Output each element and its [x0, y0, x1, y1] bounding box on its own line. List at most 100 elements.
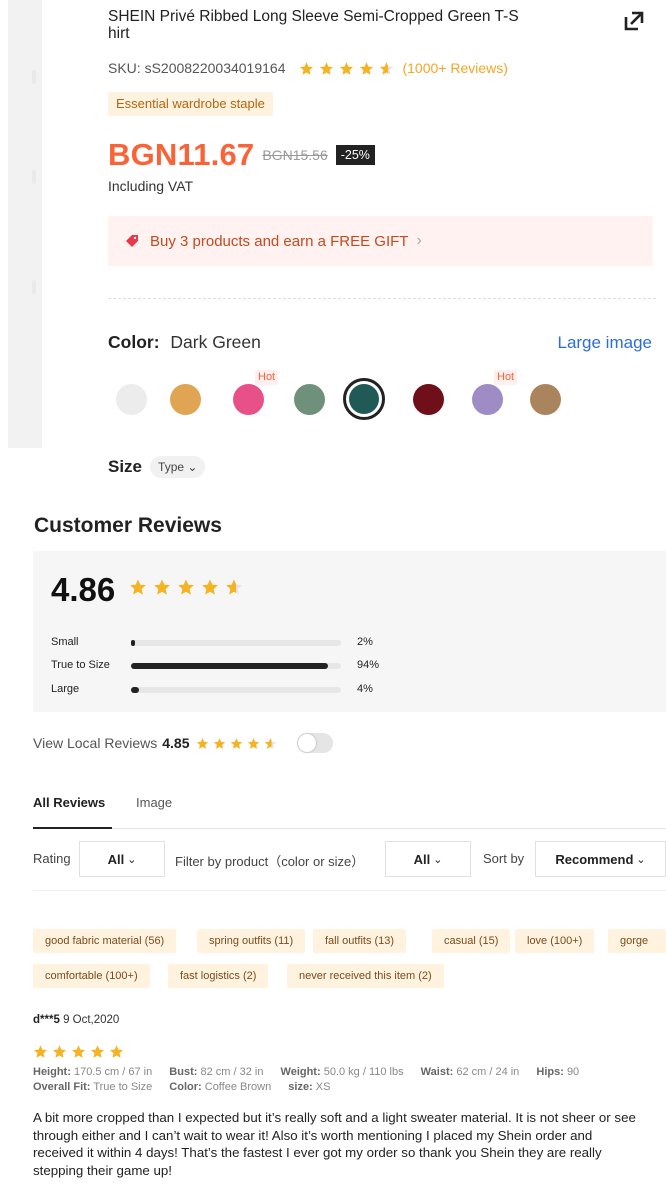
- fit-bar: [131, 640, 341, 646]
- review-tag-chip[interactable]: love (100+): [515, 929, 595, 953]
- star-icon: [130, 579, 146, 595]
- color-swatch-hot-pink[interactable]: [233, 384, 264, 415]
- color-swatch-lilac[interactable]: [472, 384, 503, 415]
- product-title: SHEIN Privé Ribbed Long Sleeve Semi-Crop…: [108, 8, 603, 42]
- sku-text: SKU: sS2008220034019164: [108, 60, 286, 76]
- gallery-scroll-mark: [32, 280, 36, 294]
- star-half-icon: [380, 61, 394, 75]
- star-icon: [33, 1045, 48, 1058]
- star-icon: [320, 61, 334, 75]
- rating-filter-value: All: [107, 851, 125, 867]
- star-icon: [196, 737, 208, 749]
- filter-divider: [33, 890, 666, 891]
- color-swatches: Hot Hot: [108, 370, 656, 420]
- meta-label: Bust:: [169, 1066, 198, 1078]
- star-half-icon: [226, 579, 242, 595]
- tab-all-reviews[interactable]: All Reviews: [33, 795, 112, 829]
- review-tag-chip[interactable]: comfortable (100+): [33, 964, 150, 988]
- sale-price: BGN11.67: [108, 137, 255, 172]
- large-image-link[interactable]: Large image: [557, 333, 652, 353]
- fit-bar: [131, 663, 341, 669]
- fit-label: True to Size: [51, 659, 110, 671]
- product-title-line: hirt: [108, 25, 130, 42]
- size-type-dropdown[interactable]: Type ⌄: [150, 456, 206, 478]
- free-gift-promo[interactable]: Buy 3 products and earn a FREE GIFT ›: [108, 216, 653, 266]
- rating-filter-dropdown[interactable]: All ⌄: [79, 841, 165, 877]
- meta-size: size: XS: [288, 1081, 330, 1093]
- color-swatch-burgundy[interactable]: [413, 384, 444, 415]
- sort-label: Sort by: [483, 851, 525, 866]
- price-row: BGN11.67 BGN15.56 -25%: [108, 137, 375, 172]
- local-reviews-label: View Local Reviews: [33, 735, 158, 751]
- review-item: d***5 9 Oct,2020 Height: 170.5 cm / 67 i…: [33, 1014, 666, 1178]
- meta-label: Overall Fit:: [33, 1081, 91, 1093]
- original-price: BGN15.56: [262, 147, 328, 163]
- color-swatch-white[interactable]: [116, 384, 147, 415]
- local-reviews-score: 4.85: [162, 735, 190, 751]
- staple-badge: Essential wardrobe staple: [108, 92, 273, 116]
- vat-note: Including VAT: [108, 178, 194, 194]
- meta-weight: Weight: 50.0 kg / 110 lbs: [281, 1066, 404, 1078]
- rating-summary: 4.86 Small 2% True to Size 94% Large 4%: [33, 551, 666, 712]
- meta-label: Height:: [33, 1066, 71, 1078]
- meta-label: Waist:: [420, 1066, 454, 1078]
- fit-percent: 4%: [357, 683, 373, 695]
- price-tag-icon: [126, 235, 138, 247]
- tab-image[interactable]: Image: [136, 795, 172, 829]
- meta-value: 82 cm / 32 in: [200, 1066, 264, 1078]
- chevron-down-icon: ⌄: [187, 460, 198, 474]
- review-tag-chip[interactable]: casual (15): [432, 929, 511, 953]
- review-tag-chip[interactable]: spring outfits (11): [197, 929, 306, 953]
- fit-bar: [131, 687, 341, 693]
- gallery-scroll-mark: [32, 70, 36, 84]
- meta-hips: Hips: 90: [536, 1066, 579, 1078]
- color-swatch-dark-green[interactable]: [343, 378, 385, 420]
- star-icon: [154, 579, 170, 595]
- meta-value: 170.5 cm / 67 in: [73, 1066, 153, 1078]
- star-icon: [340, 61, 354, 75]
- review-date: 9 Oct,2020: [63, 1014, 120, 1026]
- review-tag-chip[interactable]: good fabric material (56): [33, 929, 177, 953]
- review-header: d***5 9 Oct,2020: [33, 1014, 666, 1026]
- product-filter-value: All: [413, 851, 431, 867]
- discount-badge: -25%: [335, 145, 375, 165]
- customer-reviews-title: Customer Reviews: [34, 514, 222, 537]
- color-swatch-coffee-brown[interactable]: [530, 384, 561, 415]
- fit-percent: 2%: [357, 636, 373, 648]
- star-icon: [360, 61, 374, 75]
- color-swatch-mustard[interactable]: [170, 384, 201, 415]
- toggle-knob: [297, 734, 316, 752]
- review-tag-chip[interactable]: never received this item (2): [287, 964, 444, 988]
- chevron-down-icon: ⌄: [127, 853, 137, 866]
- review-tag-chip[interactable]: fall outfits (13): [313, 929, 407, 953]
- star-icon: [213, 737, 225, 749]
- size-type-label: Type: [158, 460, 185, 474]
- free-gift-text: Buy 3 products and earn a FREE GIFT: [150, 232, 409, 250]
- meta-label: Weight:: [280, 1066, 321, 1078]
- image-gallery-strip[interactable]: [8, 0, 42, 448]
- local-reviews-row: View Local Reviews 4.85: [33, 733, 333, 753]
- share-external-icon[interactable]: [622, 9, 646, 33]
- color-swatch-sage-green[interactable]: [294, 384, 325, 415]
- star-icon: [52, 1045, 67, 1058]
- color-label: Color:: [108, 332, 160, 352]
- hot-badge: Hot: [255, 370, 279, 385]
- star-icon: [230, 737, 242, 749]
- product-filter-dropdown[interactable]: All ⌄: [385, 841, 471, 877]
- star-icon: [90, 1045, 105, 1058]
- review-tag-chip[interactable]: fast logistics (2): [168, 964, 269, 988]
- review-tag-chip[interactable]: gorge: [608, 929, 666, 953]
- meta-label: Color:: [169, 1081, 202, 1093]
- overall-score: 4.86: [51, 571, 116, 608]
- review-text: A bit more cropped than I expected but i…: [33, 1110, 636, 1178]
- local-reviews-toggle[interactable]: [296, 733, 333, 753]
- meta-waist: Waist: 62 cm / 24 in: [421, 1066, 520, 1078]
- star-icon: [300, 61, 314, 75]
- fit-bar-fill: [131, 687, 140, 693]
- meta-label: size:: [288, 1081, 313, 1093]
- review-body-measurements: Height: 170.5 cm / 67 in Bust: 82 cm / 3…: [33, 1065, 593, 1095]
- reviews-count-link[interactable]: (1000+ Reviews): [402, 60, 507, 76]
- star-icon: [109, 1045, 124, 1058]
- sort-dropdown[interactable]: Recommend ⌄: [535, 841, 666, 877]
- product-filter-label: Filter by product（color or size）: [175, 854, 365, 869]
